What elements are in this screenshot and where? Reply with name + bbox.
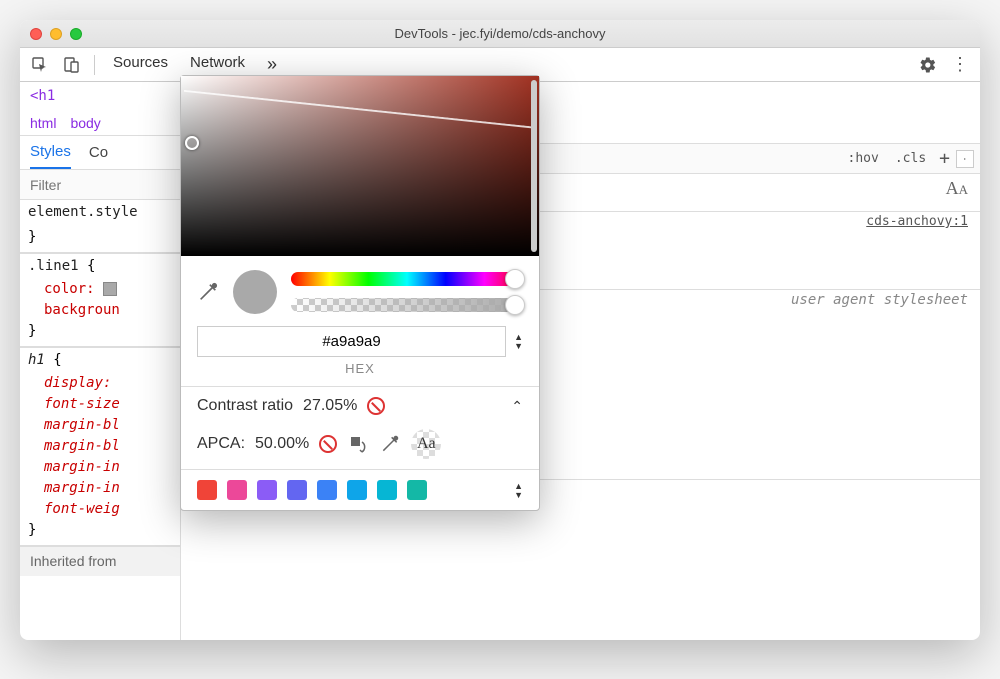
palette-swatch[interactable] bbox=[377, 480, 397, 500]
tab-network[interactable]: Network bbox=[190, 54, 245, 75]
prop-font-weight[interactable]: font-weig bbox=[20, 499, 180, 520]
contrast-ratio-row[interactable]: Contrast ratio 27.05% ⌃ bbox=[197, 397, 523, 415]
hex-input[interactable] bbox=[197, 326, 506, 357]
prop-font-size[interactable]: font-size bbox=[20, 394, 180, 415]
picker-scrollbar[interactable] bbox=[531, 80, 537, 252]
palette-swatch[interactable] bbox=[287, 480, 307, 500]
palette-swatch[interactable] bbox=[317, 480, 337, 500]
rule-close: } bbox=[28, 229, 36, 245]
subtab-computed[interactable]: Co bbox=[89, 144, 108, 161]
hue-knob[interactable] bbox=[505, 269, 525, 289]
cls-toggle[interactable]: .cls bbox=[888, 148, 933, 169]
panel-tabs: Sources Network » bbox=[103, 54, 283, 75]
toggle-sidebar-icon[interactable] bbox=[956, 150, 974, 168]
text-preview-icon: Aa bbox=[411, 429, 441, 459]
font-editor-icon[interactable]: AA bbox=[946, 178, 968, 199]
settings-icon[interactable] bbox=[914, 52, 942, 78]
alpha-knob[interactable] bbox=[505, 295, 525, 315]
user-agent-stylesheet-label: user agent stylesheet bbox=[791, 292, 968, 308]
palette-swatch[interactable] bbox=[227, 480, 247, 500]
current-color-swatch bbox=[233, 270, 277, 314]
inspect-element-icon[interactable] bbox=[26, 52, 54, 78]
devtools-window: DevTools - jec.fyi/demo/cds-anchovy Sour… bbox=[20, 20, 980, 640]
prop-margin-inline-2[interactable]: margin-in bbox=[20, 478, 180, 499]
alpha-slider[interactable] bbox=[291, 298, 523, 312]
breadcrumb-html[interactable]: html bbox=[30, 115, 56, 131]
palette-swatch[interactable] bbox=[407, 480, 427, 500]
prop-margin-block-1[interactable]: margin-bl bbox=[20, 415, 180, 436]
palette-swatch[interactable] bbox=[257, 480, 277, 500]
contrast-ratio-label: Contrast ratio bbox=[197, 397, 293, 415]
titlebar: DevTools - jec.fyi/demo/cds-anchovy bbox=[20, 20, 980, 48]
hue-slider[interactable] bbox=[291, 272, 523, 286]
prop-color[interactable]: color: bbox=[20, 279, 180, 300]
color-swatch-icon[interactable] bbox=[103, 282, 117, 296]
hov-toggle[interactable]: :hov bbox=[841, 148, 886, 169]
tab-sources[interactable]: Sources bbox=[113, 54, 168, 75]
bg-eyedropper-icon[interactable] bbox=[379, 433, 401, 455]
breadcrumb: html body bbox=[20, 110, 180, 136]
hex-label: HEX bbox=[181, 361, 539, 386]
contrast-collapse-icon[interactable]: ⌃ bbox=[511, 398, 523, 415]
contrast-fail-icon bbox=[367, 397, 385, 415]
color-picker: ▲▼ HEX Contrast ratio 27.05% ⌃ APCA: 50.… bbox=[180, 75, 540, 511]
prop-background[interactable]: backgroun bbox=[20, 300, 180, 321]
window-title: DevTools - jec.fyi/demo/cds-anchovy bbox=[20, 26, 980, 41]
palette-swatch[interactable] bbox=[197, 480, 217, 500]
palette-row: ▲▼ bbox=[181, 469, 539, 510]
sv-thumb[interactable] bbox=[185, 136, 199, 150]
format-switcher[interactable]: ▲▼ bbox=[514, 333, 523, 350]
apca-label: APCA: bbox=[197, 435, 245, 453]
swap-bg-fg-icon[interactable] bbox=[347, 433, 369, 455]
saturation-value-field[interactable] bbox=[181, 76, 539, 256]
styles-list: element.style } .line1 { color: backgrou… bbox=[20, 200, 180, 640]
prop-margin-block-2[interactable]: margin-bl bbox=[20, 436, 180, 457]
element-style-selector[interactable]: element.style bbox=[28, 204, 138, 220]
apca-value: 50.00% bbox=[255, 435, 309, 453]
styles-subtabs: Styles Co bbox=[20, 136, 180, 170]
line1-selector[interactable]: .line1 bbox=[28, 258, 79, 274]
contrast-boundary-line bbox=[178, 90, 532, 186]
tabs-more[interactable]: » bbox=[267, 54, 283, 75]
h1-selector[interactable]: h1 bbox=[28, 352, 45, 368]
source-link[interactable]: cds-anchovy:1 bbox=[866, 214, 968, 229]
apca-row: APCA: 50.00% Aa bbox=[197, 429, 523, 459]
filter-row bbox=[20, 170, 180, 200]
prop-display[interactable]: display: bbox=[20, 373, 180, 394]
new-style-rule-button[interactable]: + bbox=[935, 148, 954, 169]
inherited-from-label: Inherited from bbox=[20, 547, 180, 576]
prop-margin-inline-1[interactable]: margin-in bbox=[20, 457, 180, 478]
filter-input[interactable] bbox=[20, 173, 180, 197]
subtab-styles[interactable]: Styles bbox=[30, 136, 71, 169]
apca-fail-icon bbox=[319, 435, 337, 453]
palette-swatch[interactable] bbox=[347, 480, 367, 500]
breadcrumb-body[interactable]: body bbox=[70, 115, 100, 131]
contrast-ratio-value: 27.05% bbox=[303, 397, 357, 415]
eyedropper-icon[interactable] bbox=[197, 281, 219, 303]
kebab-menu-icon[interactable]: ⋮ bbox=[946, 52, 974, 78]
palette-switcher[interactable]: ▲▼ bbox=[514, 482, 523, 499]
device-toggle-icon[interactable] bbox=[58, 52, 86, 78]
